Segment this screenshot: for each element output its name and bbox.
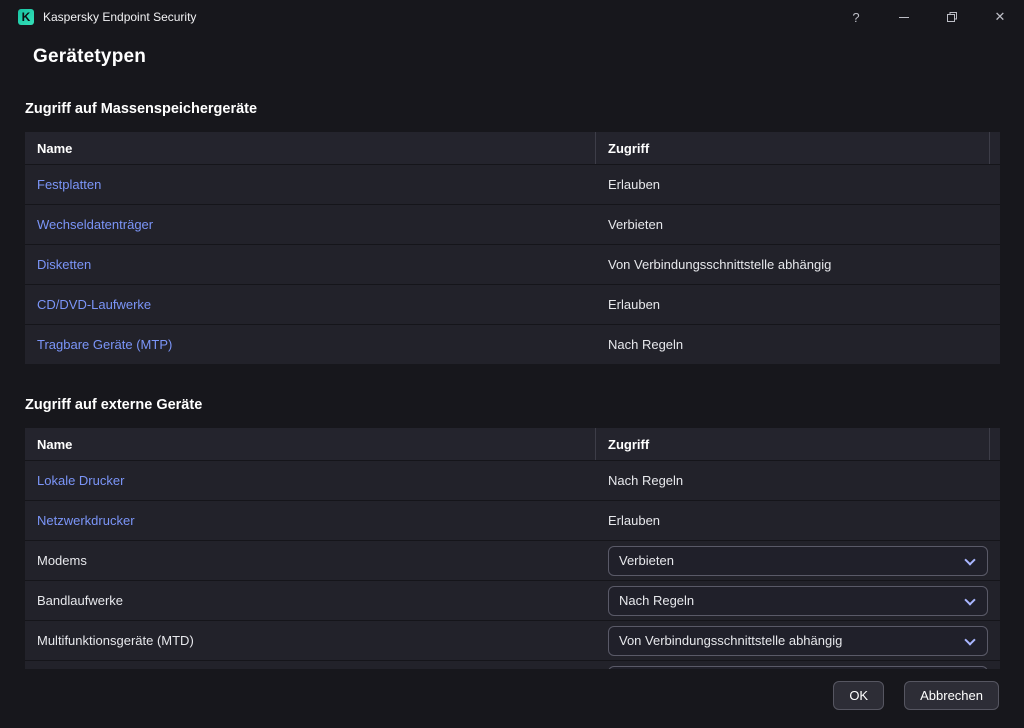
column-header-access: Zugriff — [596, 132, 990, 164]
section-external-devices: Zugriff auf externe GeräteNameZugriffLok… — [25, 397, 1000, 669]
device-link[interactable]: Festplatten — [37, 177, 101, 192]
cancel-button[interactable]: Abbrechen — [904, 681, 999, 710]
window-controls: ? ✕ — [832, 0, 1024, 34]
access-cell: Von Verbindungsschnittstelle abhängig — [596, 257, 1000, 272]
device-link[interactable]: Wechseldatenträger — [37, 217, 153, 232]
access-value: Erlauben — [608, 177, 660, 192]
clipped-access-select — [608, 666, 988, 669]
table-row: Bandlaufwerke Nach Regeln — [25, 580, 1000, 620]
minimize-icon — [899, 17, 909, 18]
chevron-down-icon — [964, 554, 975, 565]
scrollbar-gutter — [990, 428, 1000, 460]
device-label: Bandlaufwerke — [37, 593, 123, 608]
table-row: Netzwerkdrucker Erlauben — [25, 500, 1000, 540]
table-row: Modems Verbieten — [25, 540, 1000, 580]
table-row: Festplatten Erlauben — [25, 164, 1000, 204]
device-label: Multifunktionsgeräte (MTD) — [37, 633, 194, 648]
device-link[interactable]: CD/DVD-Laufwerke — [37, 297, 151, 312]
footer-buttons: OK Abbrechen — [833, 681, 999, 710]
name-cell: Festplatten — [25, 177, 596, 192]
access-select[interactable]: Von Verbindungsschnittstelle abhängig — [608, 626, 988, 656]
column-header-name: Name — [25, 132, 596, 164]
chevron-down-icon — [964, 634, 975, 645]
access-value: Von Verbindungsschnittstelle abhängig — [608, 257, 831, 272]
access-value: Erlauben — [608, 297, 660, 312]
name-cell: Netzwerkdrucker — [25, 513, 596, 528]
device-table-mass-storage: NameZugriff Festplatten Erlauben Wechseldat… — [25, 132, 1000, 364]
access-value: Nach Regeln — [608, 473, 683, 488]
sections: Zugriff auf MassenspeichergeräteNameZugr… — [25, 101, 1000, 669]
kaspersky-logo-icon: K — [18, 9, 34, 25]
device-label: Modems — [37, 553, 87, 568]
name-cell: Modems — [25, 553, 596, 568]
access-select-value: Verbieten — [619, 553, 674, 568]
ok-button[interactable]: OK — [833, 681, 884, 710]
name-cell: Lokale Drucker — [25, 473, 596, 488]
access-cell: Nach Regeln — [596, 586, 1000, 616]
table-header-row: NameZugriff — [25, 132, 1000, 164]
access-cell: Erlauben — [596, 177, 1000, 192]
access-value: Verbieten — [608, 217, 663, 232]
titlebar: K Kaspersky Endpoint Security ? ✕ — [0, 0, 1024, 34]
access-value: Nach Regeln — [608, 337, 683, 352]
scrollbar-gutter — [990, 132, 1000, 164]
table-header-row: NameZugriff — [25, 428, 1000, 460]
table-row: Multifunktionsgeräte (MTD) Von Verbindung… — [25, 620, 1000, 660]
device-link[interactable]: Lokale Drucker — [37, 473, 124, 488]
minimize-button[interactable] — [880, 0, 928, 34]
help-button[interactable]: ? — [832, 0, 880, 34]
access-cell: Verbieten — [596, 546, 1000, 576]
device-link[interactable]: Tragbare Geräte (MTP) — [37, 337, 172, 352]
table-row: Lokale Drucker Nach Regeln — [25, 460, 1000, 500]
close-button[interactable]: ✕ — [976, 0, 1024, 34]
access-cell: Von Verbindungsschnittstelle abhängig — [596, 626, 1000, 656]
access-cell: Erlauben — [596, 513, 1000, 528]
name-cell: Disketten — [25, 257, 596, 272]
access-select-value: Nach Regeln — [619, 593, 694, 608]
table-row: Tragbare Geräte (MTP) Nach Regeln — [25, 324, 1000, 364]
access-cell: Nach Regeln — [596, 473, 1000, 488]
table-row: Wechseldatenträger Verbieten — [25, 204, 1000, 244]
maximize-button[interactable] — [928, 0, 976, 34]
section-heading: Zugriff auf externe Geräte — [25, 397, 1000, 413]
device-link[interactable]: Netzwerkdrucker — [37, 513, 135, 528]
column-header-access: Zugriff — [596, 428, 990, 460]
access-select[interactable]: Verbieten — [608, 546, 988, 576]
device-link[interactable]: Disketten — [37, 257, 91, 272]
section-mass-storage: Zugriff auf Massenspeichergeräte NameZugr… — [25, 101, 1000, 364]
name-cell: Wechseldatenträger — [25, 217, 596, 232]
table-row: CD/DVD-Laufwerke Erlauben — [25, 284, 1000, 324]
name-cell: Multifunktionsgeräte (MTD) — [25, 633, 596, 648]
name-cell: Bandlaufwerke — [25, 593, 596, 608]
name-cell: CD/DVD-Laufwerke — [25, 297, 596, 312]
page-title: Gerätetypen — [33, 46, 1024, 68]
access-value: Erlauben — [608, 513, 660, 528]
section-heading: Zugriff auf Massenspeichergeräte — [25, 101, 1000, 117]
device-table-external-devices: NameZugriff Lokale Drucker Nach Regeln Netz… — [25, 428, 1000, 669]
table-row: Disketten Von Verbindungsschnittstelle ab… — [25, 244, 1000, 284]
access-cell: Erlauben — [596, 297, 1000, 312]
app-title: Kaspersky Endpoint Security — [43, 10, 196, 24]
column-header-name: Name — [25, 428, 596, 460]
access-select[interactable]: Nach Regeln — [608, 586, 988, 616]
chevron-down-icon — [964, 594, 975, 605]
clipped-row — [25, 660, 1000, 669]
restore-icon — [946, 11, 958, 23]
access-select-value: Von Verbindungsschnittstelle abhängig — [619, 633, 842, 648]
access-cell: Nach Regeln — [596, 337, 1000, 352]
access-cell: Verbieten — [596, 217, 1000, 232]
name-cell: Tragbare Geräte (MTP) — [25, 337, 596, 352]
